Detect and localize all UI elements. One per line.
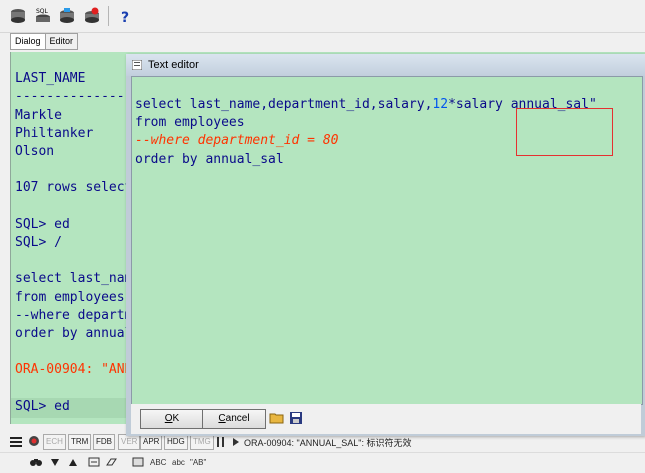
main-tabs: Dialog Editor	[10, 33, 79, 50]
main-toolbar: SQL ?	[0, 0, 645, 33]
play-icon	[232, 437, 240, 450]
status-message: ORA-00904: "ANNUAL_SAL": 标识符无效	[244, 438, 412, 448]
editor-title: Text editor	[148, 59, 199, 71]
text-editor-window: Text editor select last_name,department_…	[126, 54, 645, 436]
editor-window-icon	[132, 60, 142, 70]
quote-button[interactable]: "AB"	[190, 456, 206, 468]
stop-icon[interactable]	[82, 6, 102, 26]
open-folder-icon[interactable]	[269, 410, 285, 426]
save-icon[interactable]	[288, 410, 304, 426]
svg-text:?: ?	[121, 10, 129, 25]
status-trm: TRM	[68, 434, 92, 450]
editor-titlebar[interactable]: Text editor	[126, 54, 645, 76]
status-tmg: TMG	[190, 434, 214, 450]
rows-icon	[10, 436, 24, 451]
lowercase-button[interactable]: abc	[172, 456, 185, 468]
editor-text-area[interactable]: select last_name,department_id,salary,12…	[131, 76, 643, 405]
match-case-icon[interactable]	[132, 456, 144, 468]
annotation-highlight-box	[516, 108, 613, 156]
sql-db-icon[interactable]: SQL	[33, 6, 53, 26]
editor-button-bar: OK Cancel	[131, 404, 641, 434]
status-ver: VER	[118, 434, 141, 450]
help-icon[interactable]: ?	[115, 6, 135, 26]
status-ech: ECH	[43, 434, 66, 450]
replace-icon[interactable]	[88, 456, 100, 468]
pause-icon	[216, 436, 226, 451]
status-fdb: FDB	[93, 434, 115, 450]
find-down-icon[interactable]	[50, 456, 60, 468]
connect-icon[interactable]	[8, 6, 28, 26]
uppercase-button[interactable]: ABC	[150, 456, 166, 468]
find-up-icon[interactable]	[68, 456, 78, 468]
tab-dialog[interactable]: Dialog	[10, 33, 46, 50]
record-icon	[28, 435, 40, 450]
tab-editor[interactable]: Editor	[44, 33, 79, 50]
disconnect-icon[interactable]	[57, 6, 77, 26]
svg-text:SQL: SQL	[36, 8, 49, 15]
toolbar-separator	[108, 6, 109, 26]
ok-button[interactable]: OK	[140, 409, 204, 429]
status-apr: APR	[140, 434, 163, 450]
cancel-button[interactable]: Cancel	[202, 409, 266, 429]
eraser-icon[interactable]	[105, 456, 117, 468]
binoculars-icon[interactable]	[30, 456, 42, 468]
status-hdg: HDG	[164, 434, 188, 450]
